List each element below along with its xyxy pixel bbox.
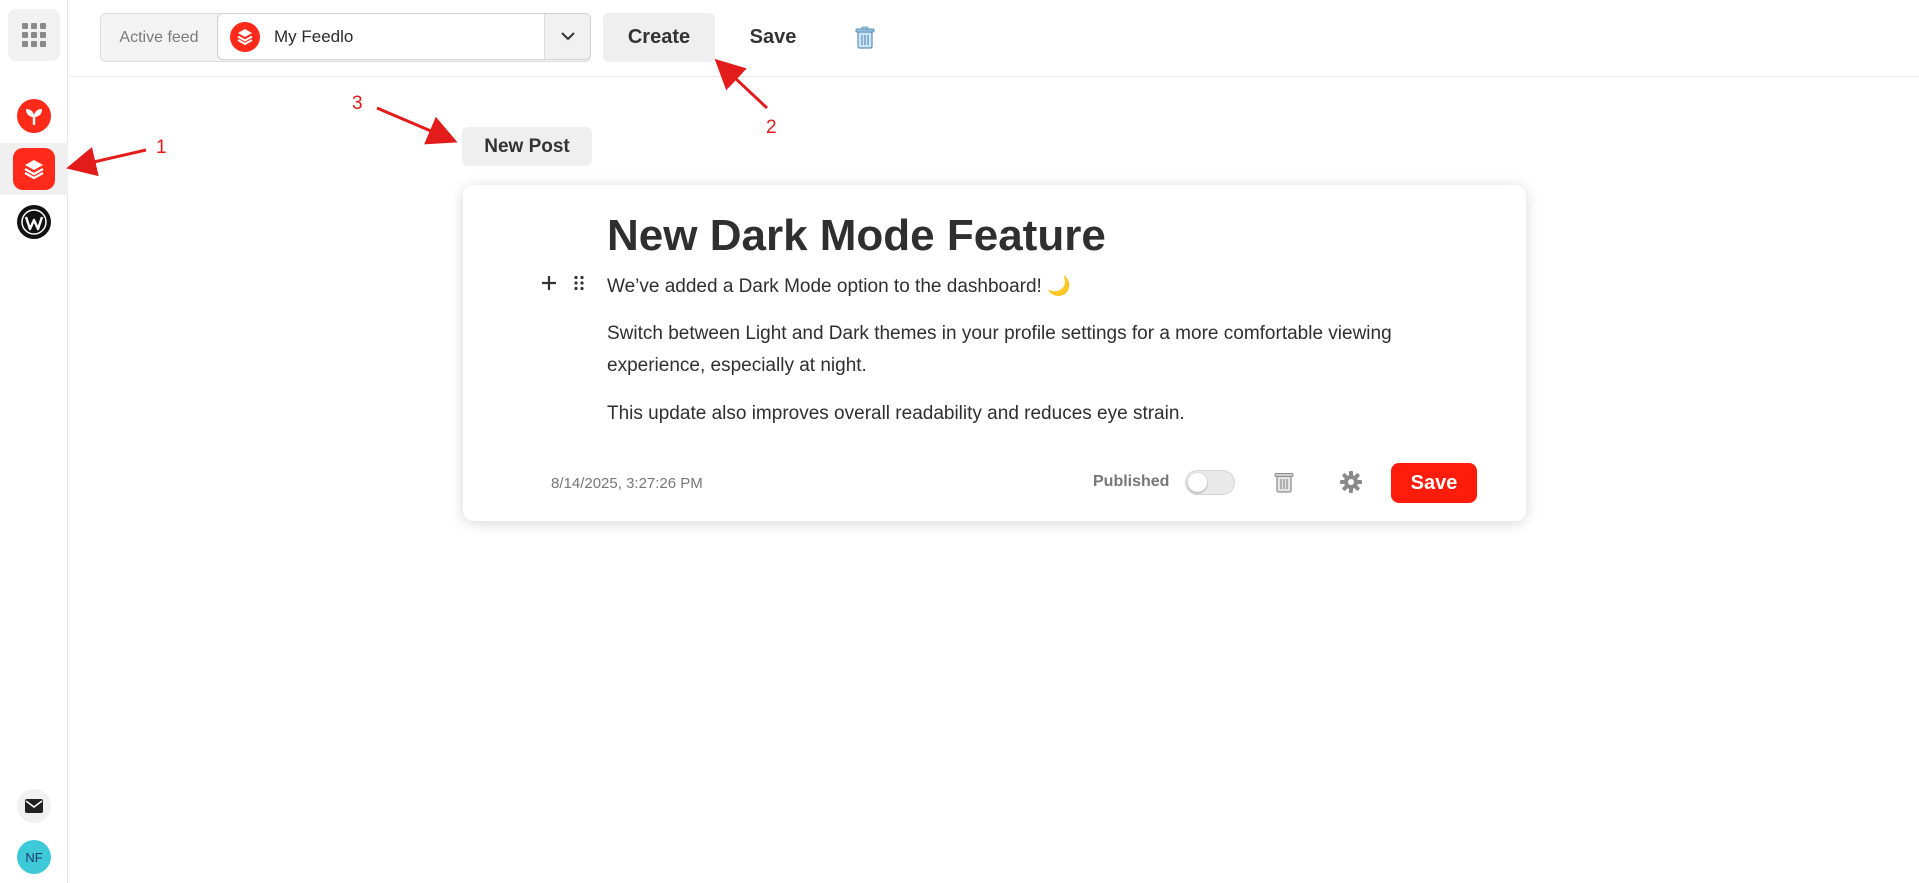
create-button[interactable]: Create xyxy=(603,13,715,62)
post-title[interactable]: New Dark Mode Feature xyxy=(607,211,1106,261)
top-bar: Active feed My Feedlo Create Save xyxy=(69,0,1919,77)
sprout-icon xyxy=(17,99,51,133)
drag-handle-icon[interactable] xyxy=(573,275,585,291)
post-paragraph[interactable]: We’ve added a Dark Mode option to the da… xyxy=(607,271,1447,303)
save-feed-button[interactable]: Save xyxy=(724,13,822,62)
annotation-number-3: 3 xyxy=(352,93,363,114)
post-paragraph[interactable]: This update also improves overall readab… xyxy=(607,398,1447,430)
annotation-number-1: 1 xyxy=(156,137,167,158)
active-feed-select[interactable]: Active feed My Feedlo xyxy=(100,13,591,62)
save-post-button[interactable]: Save xyxy=(1391,463,1477,503)
arrow-3 xyxy=(376,106,458,145)
trash-icon xyxy=(1274,473,1294,493)
mail-icon xyxy=(25,799,43,813)
feedlo-logo-icon xyxy=(230,21,260,52)
add-block-icon[interactable] xyxy=(541,275,557,291)
published-label: Published xyxy=(1093,473,1170,490)
sidebar: NF xyxy=(0,0,68,883)
grid-icon xyxy=(22,23,46,47)
block-controls xyxy=(541,275,585,291)
delete-feed-button[interactable] xyxy=(845,18,885,58)
chevron-down-icon xyxy=(560,32,575,41)
post-settings-button[interactable] xyxy=(1336,467,1366,497)
arrow-1 xyxy=(66,147,147,177)
feed-dropdown[interactable]: My Feedlo xyxy=(217,13,591,60)
wordpress-icon xyxy=(17,205,51,239)
feed-dropdown-toggle[interactable] xyxy=(544,14,590,59)
user-avatar[interactable]: NF xyxy=(17,840,51,874)
sidebar-app-sprout[interactable] xyxy=(0,90,68,142)
active-feed-label: Active feed xyxy=(119,28,199,46)
new-post-tab[interactable]: New Post xyxy=(462,127,592,166)
toggle-knob xyxy=(1188,473,1207,492)
mail-button[interactable] xyxy=(17,789,51,823)
trash-icon xyxy=(855,26,875,49)
sidebar-app-wordpress[interactable] xyxy=(0,196,68,248)
layers-icon xyxy=(13,148,55,190)
app-grid-button[interactable] xyxy=(8,9,60,61)
published-toggle[interactable] xyxy=(1185,470,1235,495)
post-timestamp: 8/14/2025, 3:27:26 PM xyxy=(551,475,703,492)
gear-icon xyxy=(1340,471,1362,493)
sidebar-app-feedlo[interactable] xyxy=(0,143,68,195)
post-card: New Dark Mode Feature We’ve added a Dark… xyxy=(463,185,1526,521)
delete-post-button[interactable] xyxy=(1269,467,1299,497)
post-paragraph[interactable]: Switch between Light and Dark themes in … xyxy=(607,318,1447,382)
annotation-number-2: 2 xyxy=(766,117,777,138)
feed-name: My Feedlo xyxy=(274,26,354,46)
